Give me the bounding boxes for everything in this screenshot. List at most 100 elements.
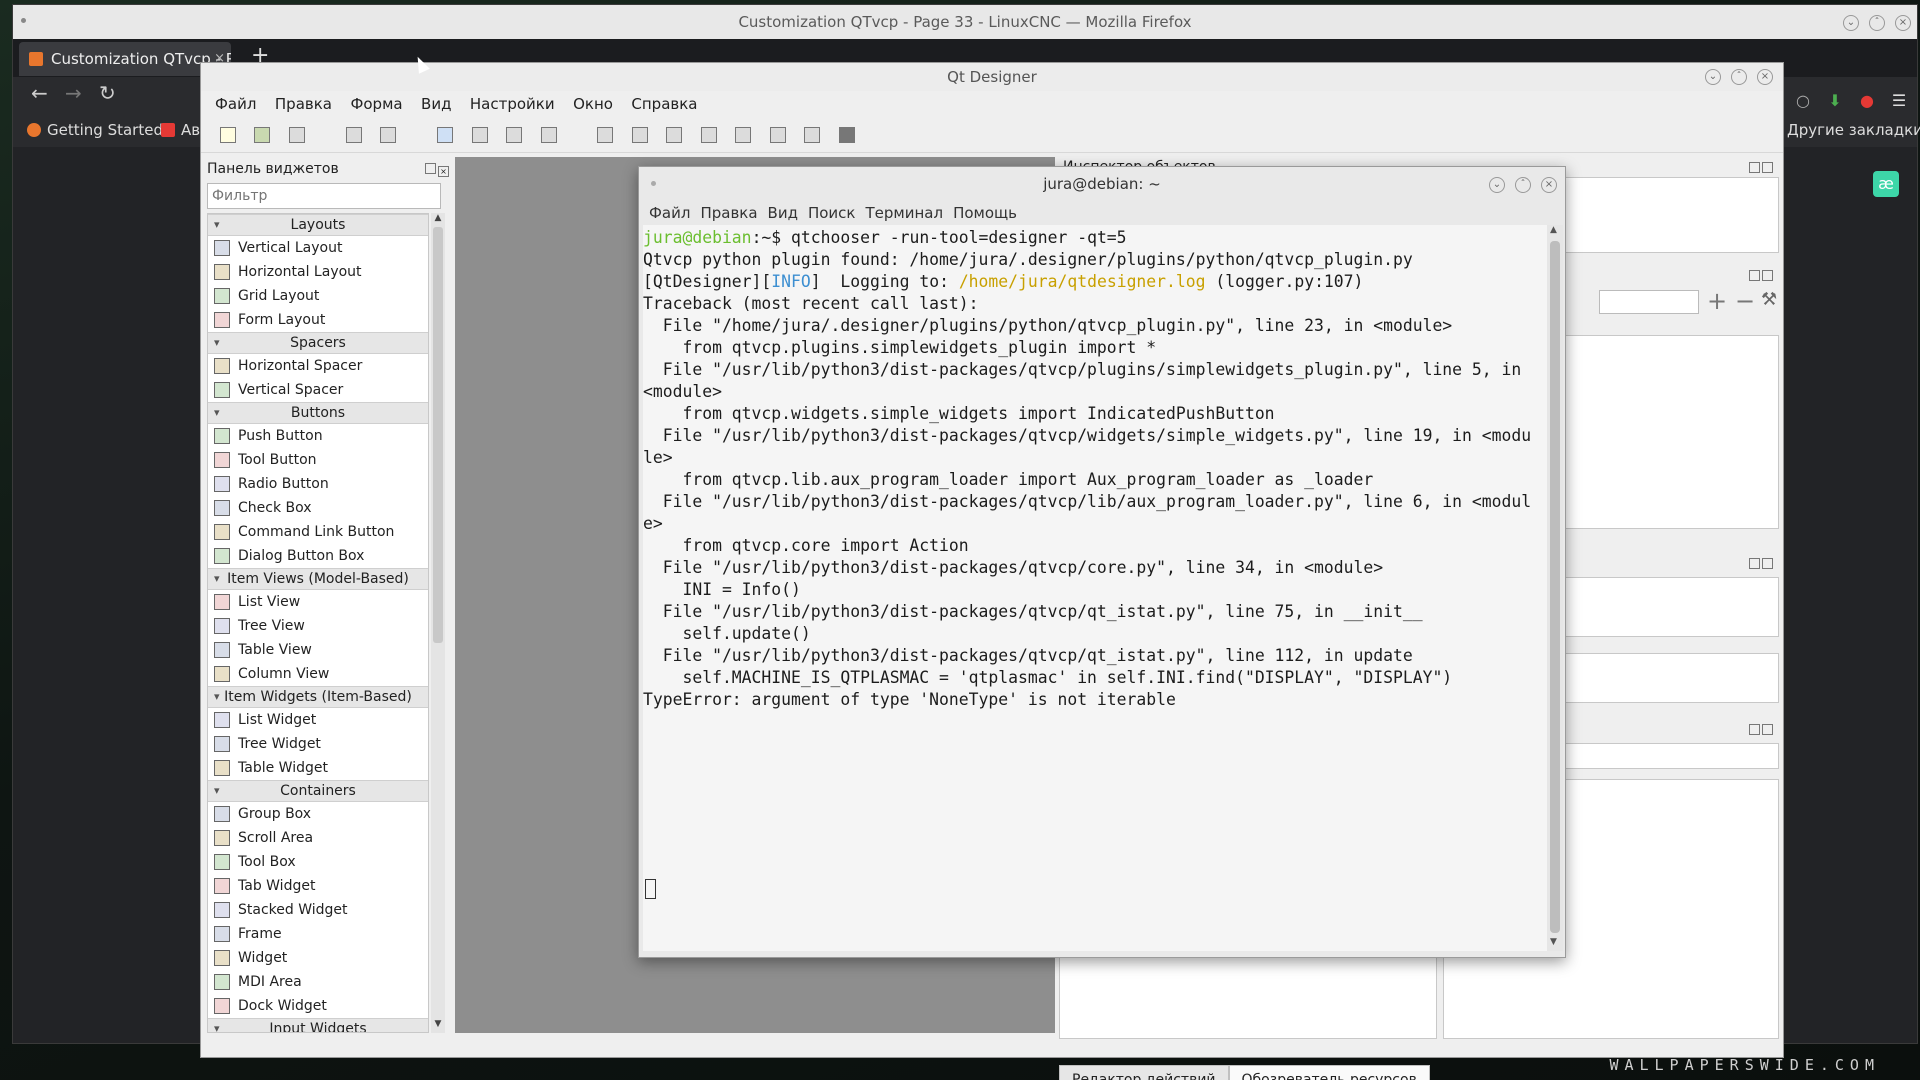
tab-resource-browser[interactable]: Обозреватель ресурсов (1228, 1065, 1430, 1080)
terminal-output[interactable]: jura@debian:~$ qtchooser -run-tool=desig… (643, 225, 1547, 951)
maximize-icon[interactable]: ˆ (1515, 177, 1531, 193)
scroll-down-icon[interactable]: ▼ (1550, 937, 1557, 947)
menu-form[interactable]: Форма (350, 91, 402, 117)
scroll-up-icon[interactable]: ▲ (431, 213, 445, 227)
dock-close-icon[interactable] (1762, 162, 1773, 173)
save-form-icon[interactable] (285, 123, 309, 147)
terminal-menu-file[interactable]: Файл (649, 201, 690, 225)
minimize-icon[interactable]: ⌄ (1843, 15, 1859, 31)
widget-list-item[interactable]: Check Box (208, 496, 428, 520)
extension-ae-icon[interactable]: æ (1873, 171, 1899, 197)
layout-form-icon[interactable] (766, 123, 790, 147)
widget-list-item[interactable]: List Widget (208, 708, 428, 732)
edit-buddies-icon[interactable] (502, 123, 526, 147)
break-layout-icon[interactable] (800, 123, 824, 147)
widget-list-item[interactable]: List View (208, 590, 428, 614)
bookmark-getting-started[interactable]: Getting Started (27, 113, 163, 147)
widget-category-header[interactable]: Input Widgets (208, 1018, 428, 1032)
dock-float-icon[interactable] (1749, 270, 1760, 281)
terminal-scrollbar[interactable]: ▲ ▼ (1547, 225, 1563, 951)
scroll-up-icon[interactable]: ▲ (1550, 225, 1557, 235)
widget-list-item[interactable]: Tool Button (208, 448, 428, 472)
close-icon[interactable]: × (1895, 15, 1911, 31)
scroll-down-icon[interactable]: ▼ (431, 1019, 445, 1033)
toolbar-extension-icon[interactable]: ○ (1793, 91, 1813, 111)
layout-vertical-splitter-icon[interactable] (697, 123, 721, 147)
widget-category-header[interactable]: Item Widgets (Item-Based) (208, 686, 428, 708)
widget-category-header[interactable]: Layouts (208, 214, 428, 236)
dock-float-icon[interactable] (425, 163, 436, 174)
addon-icon[interactable]: ● (1857, 91, 1877, 111)
dock-float-icon[interactable] (1749, 724, 1760, 735)
menu-file[interactable]: Файл (215, 91, 256, 117)
tab-action-editor[interactable]: Редактор действий (1059, 1065, 1229, 1080)
remove-property-icon[interactable]: − (1735, 287, 1755, 315)
scrollbar-thumb[interactable] (1550, 241, 1560, 933)
wrench-icon[interactable]: ⚒ (1761, 289, 1777, 310)
reload-icon[interactable]: ↻ (99, 81, 116, 105)
hamburger-menu-icon[interactable]: ☰ (1889, 91, 1909, 111)
close-icon[interactable]: × (1541, 177, 1557, 193)
widget-list-scrollbar[interactable]: ▲ ▼ (431, 213, 445, 1033)
window-menu-icon[interactable] (21, 18, 26, 23)
widget-list-item[interactable]: Dialog Button Box (208, 544, 428, 568)
menu-edit[interactable]: Правка (275, 91, 332, 117)
dock-float-icon[interactable] (1749, 162, 1760, 173)
widget-list-item[interactable]: Radio Button (208, 472, 428, 496)
menu-window[interactable]: Окно (573, 91, 613, 117)
widget-category-header[interactable]: Buttons (208, 402, 428, 424)
menu-settings[interactable]: Настройки (470, 91, 555, 117)
paste-icon[interactable] (376, 123, 400, 147)
widget-list-item[interactable]: Horizontal Layout (208, 260, 428, 284)
add-property-icon[interactable]: + (1707, 287, 1727, 315)
widget-list-item[interactable]: Table Widget (208, 756, 428, 780)
widget-list-item[interactable]: Tree Widget (208, 732, 428, 756)
widget-list-item[interactable]: Push Button (208, 424, 428, 448)
copy-icon[interactable] (342, 123, 366, 147)
property-filter-input[interactable] (1599, 290, 1699, 314)
widget-list-item[interactable]: Form Layout (208, 308, 428, 332)
dock-close-icon[interactable] (1762, 558, 1773, 569)
layout-vertically-icon[interactable] (628, 123, 652, 147)
edit-tab-order-icon[interactable] (537, 123, 561, 147)
widget-list-item[interactable]: Dock Widget (208, 994, 428, 1018)
maximize-icon[interactable]: ˆ (1869, 15, 1885, 31)
terminal-menu-search[interactable]: Поиск (808, 201, 856, 225)
dock-close-icon[interactable]: × (438, 166, 449, 177)
widget-list-item[interactable]: MDI Area (208, 970, 428, 994)
minimize-icon[interactable]: ⌄ (1489, 177, 1505, 193)
widget-list-item[interactable]: Stacked Widget (208, 898, 428, 922)
new-form-icon[interactable] (216, 123, 240, 147)
layout-horizontal-splitter-icon[interactable] (662, 123, 686, 147)
terminal-menu-edit[interactable]: Правка (700, 201, 757, 225)
widget-list-item[interactable]: Tab Widget (208, 874, 428, 898)
menu-help[interactable]: Справка (631, 91, 697, 117)
widget-list-item[interactable]: Table View (208, 638, 428, 662)
widget-category-header[interactable]: Containers (208, 780, 428, 802)
layout-horizontally-icon[interactable] (593, 123, 617, 147)
other-bookmarks[interactable]: Другие закладки (1787, 113, 1920, 147)
scrollbar-thumb[interactable] (433, 227, 443, 643)
forward-icon[interactable]: → (65, 81, 82, 105)
widget-list-item[interactable]: Tool Box (208, 850, 428, 874)
terminal-menu-terminal[interactable]: Терминал (865, 201, 943, 225)
edit-signals-slots-icon[interactable] (468, 123, 492, 147)
dock-float-icon[interactable] (1749, 558, 1760, 569)
minimize-icon[interactable]: ⌄ (1705, 69, 1721, 85)
widget-list-item[interactable]: Frame (208, 922, 428, 946)
menu-view[interactable]: Вид (421, 91, 451, 117)
download-icon[interactable]: ⬇ (1825, 91, 1845, 111)
back-icon[interactable]: ← (31, 81, 48, 105)
widget-list-item[interactable]: Vertical Layout (208, 236, 428, 260)
open-form-icon[interactable] (250, 123, 274, 147)
widget-category-header[interactable]: Spacers (208, 332, 428, 354)
widget-list-item[interactable]: Vertical Spacer (208, 378, 428, 402)
widget-list-item[interactable]: Widget (208, 946, 428, 970)
edit-widgets-icon[interactable] (433, 123, 457, 147)
adjust-size-icon[interactable] (835, 123, 859, 147)
bookmark-item[interactable]: Ав (161, 113, 200, 147)
widget-list-item[interactable]: Column View (208, 662, 428, 686)
terminal-menu-view[interactable]: Вид (768, 201, 798, 225)
maximize-icon[interactable]: ˆ (1731, 69, 1747, 85)
dock-close-icon[interactable] (1762, 270, 1773, 281)
